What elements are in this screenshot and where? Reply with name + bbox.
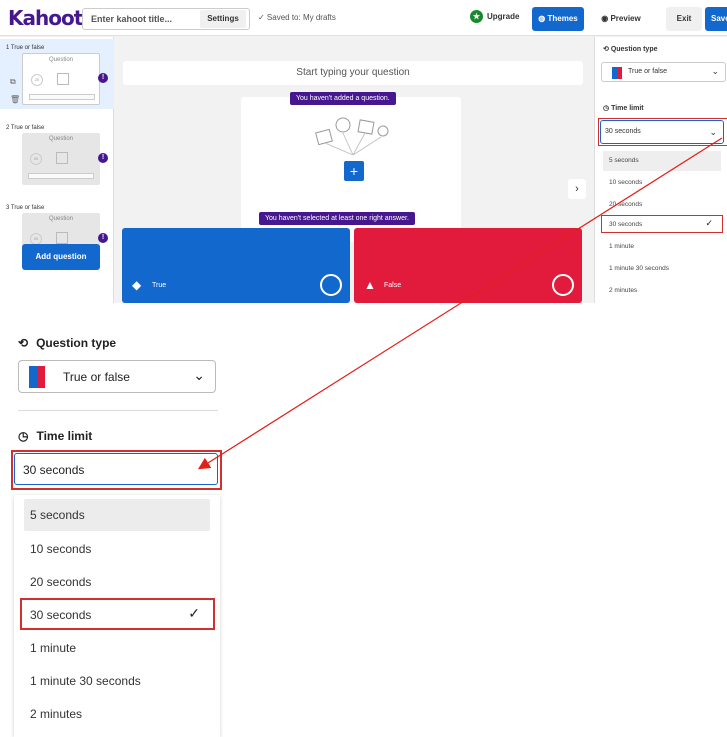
true-false-icon <box>612 67 622 79</box>
correct-toggle-circle[interactable] <box>320 274 342 296</box>
zoom-time-option[interactable]: 20 seconds <box>24 566 210 598</box>
question-type-icon: ⟲ <box>18 336 29 350</box>
answer-false-label: False <box>384 282 402 289</box>
settings-panel: ⟲ Question type True or false ⌄ ◷ Time l… <box>594 37 727 303</box>
slide-label: 2 True or false <box>6 125 45 131</box>
time-option[interactable]: 10 seconds <box>603 173 721 193</box>
annotation-highlight-box <box>601 215 723 233</box>
triangle-icon: ▲ <box>364 278 376 292</box>
answer-true[interactable]: ◆ True <box>122 228 350 303</box>
zoom-time-limit-heading-text: Time limit <box>36 429 93 443</box>
zoom-time-option[interactable]: 1 minute 30 seconds <box>24 665 210 697</box>
settings-button[interactable]: Settings <box>200 10 246 28</box>
zoom-time-option[interactable]: 5 seconds <box>24 499 210 531</box>
upgrade-link[interactable]: ★ Upgrade <box>470 10 519 23</box>
slide-label: 3 True or false <box>6 205 45 211</box>
answer-warning-tooltip: You haven't selected at least one right … <box>259 212 415 225</box>
chevron-down-icon: ⌄ <box>193 367 205 383</box>
annotation-highlight-box <box>598 118 727 146</box>
image-icon <box>56 152 68 164</box>
zoom-question-type-value: True or false <box>63 370 130 384</box>
image-icon <box>57 73 69 85</box>
chevron-down-icon: ⌄ <box>711 66 719 76</box>
trash-icon[interactable]: 🗑 <box>10 95 20 104</box>
diamond-icon: ◆ <box>132 278 142 292</box>
preview-button[interactable]: ◉ Preview <box>592 7 650 31</box>
upgrade-label: Upgrade <box>487 12 520 21</box>
save-button[interactable]: Save <box>705 7 727 31</box>
answer-true-label: True <box>152 282 167 289</box>
question-type-heading: ⟲ Question type <box>603 45 658 53</box>
preview-label: Preview <box>610 14 641 23</box>
time-limit-heading-text: Time limit <box>611 105 644 112</box>
clock-icon: ◷ <box>18 429 29 443</box>
warning-icon: ! <box>98 73 108 83</box>
answers-bar <box>28 173 94 179</box>
image-icon <box>56 232 68 244</box>
media-illustration-icon <box>315 117 389 155</box>
kahoot-logo: Kahoot! <box>8 6 91 30</box>
question-warning-tooltip: You haven't added a question. <box>290 92 396 105</box>
slides-sidebar: 1 True or false ⧉ 🗑 Question 20 ! 2 True… <box>0 37 114 303</box>
divider <box>18 410 218 411</box>
exit-button[interactable]: Exit <box>666 7 702 31</box>
correct-toggle-circle[interactable] <box>552 274 574 296</box>
slide-label: 1 True or false <box>6 45 45 51</box>
editor-screenshot: Kahoot! Enter kahoot title... Settings ✓… <box>0 0 727 303</box>
zoom-question-type-select[interactable]: True or false ⌄ <box>18 360 216 393</box>
slide-item-1[interactable]: 1 True or false ⧉ 🗑 Question 20 ! <box>0 39 114 109</box>
duplicate-icon[interactable]: ⧉ <box>10 77 16 87</box>
saved-status: ✓ Saved to: My drafts <box>258 13 336 22</box>
question-type-select[interactable]: True or false ⌄ <box>601 62 726 82</box>
question-type-heading-text: Question type <box>610 46 658 53</box>
slide-item-2[interactable]: 2 True or false Question 20 ! <box>0 119 114 189</box>
timer-icon: 20 <box>30 153 42 165</box>
top-bar: Kahoot! Enter kahoot title... Settings ✓… <box>0 0 727 36</box>
themes-label: Themes <box>547 14 578 23</box>
answers-bar <box>29 94 95 100</box>
time-option[interactable]: 2 minutes <box>603 281 721 301</box>
zoom-time-option[interactable]: 1 minute <box>24 632 210 664</box>
warning-icon: ! <box>98 153 108 163</box>
star-icon: ★ <box>470 10 483 23</box>
time-option[interactable]: 20 seconds <box>603 195 721 215</box>
time-limit-heading: ◷ Time limit <box>603 104 644 112</box>
clock-icon: ◷ <box>603 105 612 112</box>
question-type-icon: ⟲ <box>603 46 611 53</box>
add-question-button[interactable]: Add question <box>22 244 100 270</box>
slide-question: Question <box>48 136 73 142</box>
warning-icon: ! <box>98 233 108 243</box>
zoom-time-limit-heading: ◷ Time limit <box>18 429 92 443</box>
chevron-right-icon[interactable]: › <box>568 179 586 199</box>
zoom-time-option[interactable]: 2 minutes <box>24 698 210 730</box>
annotation-highlight-box <box>20 598 215 630</box>
timer-icon: 20 <box>31 74 43 86</box>
slide-question: Question <box>48 57 73 63</box>
add-media-icon[interactable]: + <box>344 161 364 181</box>
slide-thumbnail: Question 20 <box>22 53 100 105</box>
zoom-time-option[interactable]: 10 seconds <box>24 533 210 565</box>
zoom-question-type-heading-text: Question type <box>36 336 117 350</box>
zoom-question-type-heading: ⟲ Question type <box>18 336 116 350</box>
question-canvas: Start typing your question + You haven't… <box>115 37 593 303</box>
true-false-icon <box>29 366 45 388</box>
question-type-value: True or false <box>628 68 668 75</box>
annotation-highlight-box <box>11 450 222 490</box>
slide-thumbnail: Question 20 <box>22 133 100 185</box>
answer-false[interactable]: ▲ False <box>354 228 582 303</box>
time-option[interactable]: 1 minute 30 seconds <box>603 259 721 279</box>
slide-question: Question <box>48 216 73 222</box>
time-option[interactable]: 1 minute <box>603 237 721 257</box>
themes-button[interactable]: ◍ Themes <box>532 7 584 31</box>
question-input[interactable]: Start typing your question <box>123 61 583 85</box>
time-option[interactable]: 5 seconds <box>603 151 721 171</box>
